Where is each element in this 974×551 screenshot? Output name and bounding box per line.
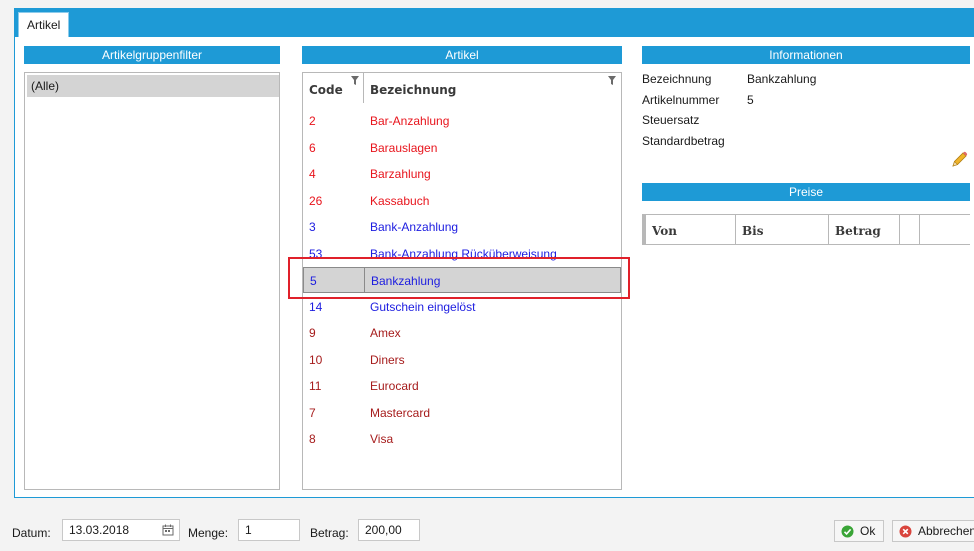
article-name: Bar-Anzahlung bbox=[370, 114, 450, 128]
article-code: 3 bbox=[309, 220, 316, 234]
article-name: Barauslagen bbox=[370, 140, 438, 155]
info-label-bezeichnung: Bezeichnung bbox=[642, 72, 712, 86]
table-row[interactable]: 8 Visa bbox=[303, 426, 621, 452]
group-filter-list[interactable]: (Alle) bbox=[24, 72, 280, 490]
article-name: Mastercard bbox=[370, 405, 431, 420]
column-header-bis[interactable]: Bis bbox=[736, 215, 828, 245]
ok-label: Ok bbox=[860, 524, 876, 538]
article-dialog: Artikel Artikelgruppenfilter (Alle) Arti… bbox=[0, 0, 974, 551]
tab-strip: Artikel bbox=[14, 8, 974, 37]
filter-icon[interactable] bbox=[608, 76, 616, 85]
article-name: Visa bbox=[370, 432, 394, 446]
table-row[interactable]: 9 Amex bbox=[303, 320, 621, 346]
betrag-field[interactable]: 200,00 bbox=[358, 519, 420, 541]
table-row[interactable]: 2 Bar-Anzahlung bbox=[303, 108, 621, 134]
articles-header: Artikel bbox=[302, 46, 622, 64]
article-code: 11 bbox=[309, 379, 322, 393]
prices-header: Preise bbox=[642, 183, 970, 201]
article-code: 6 bbox=[309, 140, 316, 155]
table-row[interactable]: 10 Diners bbox=[303, 347, 621, 373]
selection-highlight-box bbox=[288, 257, 630, 299]
pencil-icon[interactable] bbox=[948, 149, 970, 171]
info-value-bezeichnung: Bankzahlung bbox=[747, 72, 817, 86]
article-name: Amex bbox=[370, 326, 401, 340]
cancel-label: Abbrechen bbox=[918, 524, 974, 538]
article-code: 7 bbox=[309, 405, 316, 420]
article-name: Bank-Anzahlung bbox=[370, 220, 459, 234]
tab-artikel[interactable]: Artikel bbox=[18, 12, 70, 37]
datum-label: Datum: bbox=[12, 526, 51, 540]
table-row[interactable]: 6 Barauslagen bbox=[303, 135, 621, 161]
column-header-bezeichnung[interactable]: Bezeichnung bbox=[364, 73, 620, 103]
info-label-artikelnummer: Artikelnummer bbox=[642, 93, 720, 107]
menge-label: Menge: bbox=[188, 526, 229, 540]
menge-field[interactable]: 1 bbox=[238, 519, 300, 541]
table-row[interactable]: 26 Kassabuch bbox=[303, 188, 621, 214]
column-separator bbox=[919, 215, 920, 245]
cancel-icon bbox=[899, 525, 912, 538]
prices-grid[interactable]: Von Bis Betrag bbox=[642, 214, 970, 245]
info-label-standardbetrag: Standardbetrag bbox=[642, 134, 725, 148]
datum-value: 13.03.2018 bbox=[69, 523, 130, 537]
cancel-button[interactable]: Abbrechen bbox=[892, 520, 974, 542]
article-code: 8 bbox=[309, 432, 316, 446]
article-name: Eurocard bbox=[370, 379, 419, 393]
check-icon bbox=[841, 525, 854, 538]
column-header-betrag[interactable]: Betrag bbox=[829, 215, 899, 245]
information-header: Informationen bbox=[642, 46, 970, 64]
article-code: 4 bbox=[309, 167, 316, 181]
info-value-artikelnummer: 5 bbox=[747, 93, 754, 107]
article-code: 9 bbox=[309, 326, 316, 340]
table-row[interactable]: 4 Barzahlung bbox=[303, 161, 621, 187]
article-name: Diners bbox=[370, 352, 405, 367]
group-filter-header: Artikelgruppenfilter bbox=[24, 46, 280, 64]
table-row[interactable]: 3 Bank-Anzahlung bbox=[303, 214, 621, 240]
article-name: Barzahlung bbox=[370, 167, 431, 181]
table-row[interactable]: 7 Mastercard bbox=[303, 400, 621, 426]
article-code: 26 bbox=[309, 193, 323, 208]
column-header-von[interactable]: Von bbox=[646, 215, 735, 245]
group-filter-item-all[interactable]: (Alle) bbox=[27, 75, 279, 97]
article-name: Kassabuch bbox=[370, 193, 430, 208]
calendar-icon[interactable] bbox=[162, 524, 174, 536]
info-label-steuersatz: Steuersatz bbox=[642, 113, 700, 127]
table-row[interactable]: 11 Eurocard bbox=[303, 373, 621, 399]
column-separator bbox=[899, 215, 900, 245]
article-code: 2 bbox=[309, 114, 316, 128]
datum-field[interactable]: 13.03.2018 bbox=[62, 519, 180, 541]
filter-icon[interactable] bbox=[351, 76, 359, 85]
ok-button[interactable]: Ok bbox=[834, 520, 884, 542]
betrag-label: Betrag: bbox=[310, 526, 349, 540]
article-code: 10 bbox=[309, 352, 323, 367]
